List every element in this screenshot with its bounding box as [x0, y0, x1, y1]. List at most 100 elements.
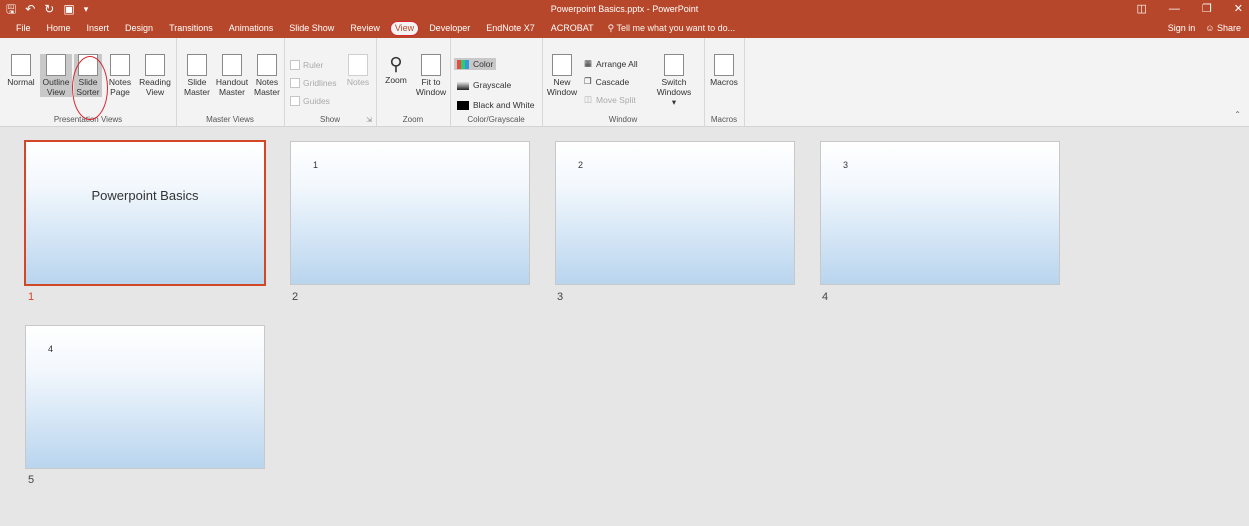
tab-endnote[interactable]: EndNote X7	[478, 19, 543, 38]
slide-thumbnail-5[interactable]: 4	[25, 325, 265, 469]
tab-design[interactable]: Design	[117, 19, 161, 38]
window-controls: ◫ — ❐ ✕	[1137, 0, 1244, 19]
new-window-button[interactable]: New Window	[546, 54, 578, 97]
tab-home[interactable]: Home	[39, 19, 79, 38]
button-label: Zoom	[385, 75, 407, 85]
tab-developer[interactable]: Developer	[421, 19, 478, 38]
notes-page-icon	[110, 54, 130, 76]
tab-transitions[interactable]: Transitions	[161, 19, 221, 38]
black-white-swatch-icon	[457, 100, 469, 110]
share-button[interactable]: ☺ Share	[1205, 19, 1241, 38]
grayscale-button[interactable]: Grayscale	[457, 80, 511, 90]
group-label: Window	[608, 115, 638, 124]
arrange-all-button[interactable]: ▦ Arrange All	[584, 58, 638, 69]
button-label: Macros	[710, 77, 738, 87]
annotation-circle	[72, 56, 108, 120]
slide-content-number: 3	[843, 160, 849, 170]
notes-page-button[interactable]: Notes Page	[106, 54, 134, 97]
checkbox-label: Guides	[303, 96, 330, 106]
button-label: Handout	[215, 77, 249, 87]
dialog-launcher-icon[interactable]: ⇲	[366, 116, 372, 124]
zoom-button[interactable]: ⚲ Zoom	[382, 54, 410, 85]
grayscale-swatch-icon	[457, 80, 469, 90]
slide-thumbnail-1[interactable]: Powerpoint Basics	[24, 140, 266, 286]
slide-thumbnail-3[interactable]: 2	[555, 141, 795, 285]
notes-icon	[348, 54, 368, 76]
macros-icon	[714, 54, 734, 76]
title-bar: 🖫 ↶ ↻ ▣ ▾ Powerpoint Basics.pptx - Power…	[0, 0, 1249, 19]
slide-number: 4	[822, 291, 829, 303]
handout-master-button[interactable]: Handout Master	[214, 54, 250, 97]
group-label: Macros	[710, 115, 738, 124]
person-icon: ☺	[1205, 23, 1215, 33]
tab-review[interactable]: Review	[342, 19, 388, 38]
tell-me-search[interactable]: ⚲ Tell me what you want to do...	[602, 19, 744, 38]
collapse-ribbon-icon[interactable]: ⌃	[1234, 110, 1241, 119]
slide-thumbnail-2[interactable]: 1	[290, 141, 530, 285]
slide-thumbnail-4[interactable]: 3	[820, 141, 1060, 285]
switch-windows-button[interactable]: Switch Windows ▾	[654, 54, 694, 107]
switch-windows-icon	[664, 54, 684, 76]
button-label: Page	[110, 87, 130, 97]
dropdown-arrow-icon: ▾	[671, 97, 677, 107]
button-label: Cascade	[595, 76, 630, 87]
reading-view-button[interactable]: Reading View	[138, 54, 172, 97]
notes-button[interactable]: Notes	[344, 54, 372, 87]
sign-in-link[interactable]: Sign in	[1168, 19, 1196, 38]
button-label: Color	[473, 59, 494, 69]
button-label: Slide	[187, 77, 207, 87]
button-label: Window	[415, 87, 447, 97]
checkbox-label: Ruler	[303, 60, 324, 70]
button-label: Master	[254, 87, 280, 97]
button-label: Grayscale	[473, 80, 512, 90]
guides-checkbox[interactable]: Guides	[290, 96, 330, 106]
slide-content-number: 4	[48, 344, 54, 354]
button-label: Switch	[661, 77, 687, 87]
restore-icon[interactable]: ❐	[1202, 0, 1212, 19]
tab-file[interactable]: File	[8, 19, 39, 38]
button-label: Notes	[346, 77, 370, 87]
ruler-checkbox[interactable]: Ruler	[290, 60, 323, 70]
slide-number: 3	[557, 291, 564, 303]
fit-to-window-button[interactable]: Fit to Window	[414, 54, 448, 97]
tab-slide-show[interactable]: Slide Show	[281, 19, 342, 38]
fit-window-icon	[421, 54, 441, 76]
reading-view-icon	[145, 54, 165, 76]
button-label: Notes	[255, 77, 279, 87]
button-label: View	[46, 87, 66, 97]
button-label: Window	[546, 87, 578, 97]
slide-number: 1	[28, 291, 35, 303]
group-label: Color/Grayscale	[467, 115, 525, 124]
color-button[interactable]: Color	[454, 58, 497, 70]
ribbon-display-icon[interactable]: ◫	[1137, 0, 1147, 19]
button-label: Fit to	[421, 77, 441, 87]
minimize-icon[interactable]: —	[1169, 0, 1180, 19]
gridlines-checkbox[interactable]: Gridlines	[290, 78, 337, 88]
outline-view-icon	[46, 54, 66, 76]
tab-view[interactable]: View	[389, 21, 420, 36]
tab-animations[interactable]: Animations	[221, 19, 282, 38]
slide-master-button[interactable]: Slide Master	[182, 54, 212, 97]
group-master-views: Slide Master Handout Master Notes Master…	[176, 38, 285, 126]
arrange-icon: ▦	[584, 58, 593, 68]
tab-acrobat[interactable]: ACROBAT	[543, 19, 602, 38]
tell-me-text: Tell me what you want to do...	[616, 23, 736, 33]
black-and-white-button[interactable]: Black and White	[457, 100, 534, 110]
group-window: New Window ▦ Arrange All ❐ Cascade ◫ Move S…	[542, 38, 705, 126]
normal-view-button[interactable]: Normal	[6, 54, 36, 87]
group-label: Zoom	[402, 115, 424, 124]
slide-number: 5	[28, 474, 35, 486]
close-icon[interactable]: ✕	[1234, 0, 1243, 19]
outline-view-button[interactable]: Outline View	[40, 54, 72, 97]
tab-insert[interactable]: Insert	[79, 19, 118, 38]
macros-button[interactable]: Macros	[708, 54, 740, 87]
notes-master-button[interactable]: Notes Master	[252, 54, 282, 97]
button-label: Master	[184, 87, 210, 97]
checkbox-icon	[290, 60, 300, 70]
move-split-button[interactable]: ◫ Move Split	[584, 94, 636, 105]
button-label: New	[553, 77, 571, 87]
group-zoom: ⚲ Zoom Fit to Window Zoom	[376, 38, 451, 126]
group-label: Master Views	[206, 115, 254, 124]
cascade-button[interactable]: ❐ Cascade	[584, 76, 629, 87]
group-show: Ruler Gridlines Guides Notes Show ⇲	[284, 38, 377, 126]
